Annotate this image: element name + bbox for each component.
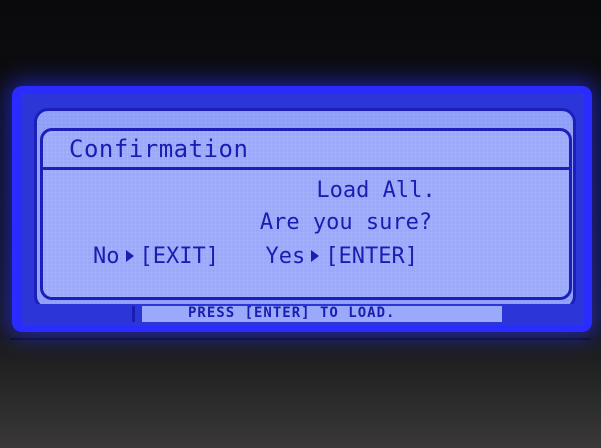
confirmation-dialog: Confirmation Load All. Are you sure? No […	[40, 128, 572, 300]
yes-label: Yes	[265, 244, 306, 269]
triangle-right-icon	[125, 250, 134, 262]
background-window-title	[97, 109, 287, 123]
exit-key-label: [EXIT]	[139, 244, 219, 269]
yes-option[interactable]: Yes [ENTER]	[265, 245, 417, 269]
enter-key-label: [ENTER]	[325, 244, 418, 269]
dialog-title: Confirmation	[69, 135, 249, 163]
no-label: No	[93, 244, 120, 269]
no-option[interactable]: No [EXIT]	[93, 245, 219, 269]
lcd-screen: Confirmation Load All. Are you sure? No […	[22, 94, 584, 326]
dialog-message-line1: Load All.	[316, 178, 436, 203]
triangle-right-icon	[311, 250, 320, 262]
dialog-title-bar: Confirmation	[43, 131, 569, 170]
dialog-message-line2: Are you sure?	[259, 210, 433, 235]
dialog-options: No [EXIT] Yes [ENTER]	[93, 245, 563, 271]
status-bar-text: PRESS [ENTER] TO LOAD.	[188, 305, 396, 321]
status-bar-tick	[132, 306, 135, 322]
bezel-lower-panel	[0, 340, 601, 448]
